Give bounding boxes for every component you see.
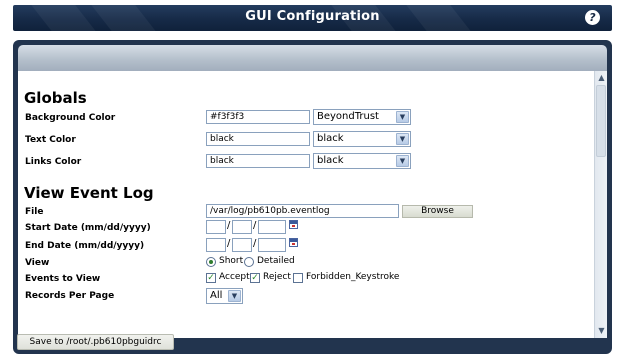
date-separator: / — [253, 220, 257, 231]
view-short-label: Short — [219, 256, 244, 266]
start-date-year-input[interactable] — [258, 220, 286, 234]
view-detailed-radio[interactable] — [244, 257, 254, 267]
date-separator: / — [253, 238, 257, 249]
help-icon[interactable]: ? — [585, 10, 600, 25]
date-separator: / — [227, 238, 231, 249]
links-color-select[interactable]: black ▼ — [313, 153, 411, 169]
records-per-page-select[interactable]: All ▼ — [206, 288, 243, 304]
chevron-down-icon: ▼ — [396, 111, 409, 123]
links-color-input[interactable]: black — [206, 154, 310, 168]
background-color-select-value: BeyondTrust — [317, 111, 379, 122]
calendar-icon[interactable] — [289, 238, 298, 247]
links-color-select-value: black — [317, 155, 344, 166]
file-label: File — [25, 207, 44, 217]
end-date-year-input[interactable] — [258, 238, 286, 252]
vertical-scrollbar[interactable]: ▲ ▼ — [594, 71, 607, 338]
text-color-select[interactable]: black ▼ — [313, 131, 411, 147]
text-color-input[interactable]: black — [206, 132, 310, 146]
event-log-section-title: View Event Log — [24, 184, 154, 202]
file-path-input[interactable]: /var/log/pb610pb.eventlog — [206, 204, 399, 218]
scrollbar-thumb[interactable] — [596, 85, 606, 157]
start-date-label: Start Date (mm/dd/yyyy) — [25, 223, 151, 233]
view-detailed-label: Detailed — [257, 256, 295, 266]
view-short-radio[interactable] — [206, 257, 216, 267]
scroll-down-icon[interactable]: ▼ — [596, 325, 607, 337]
end-date-label: End Date (mm/dd/yyyy) — [25, 241, 145, 251]
links-color-label: Links Color — [25, 157, 82, 167]
start-date-day-input[interactable] — [232, 220, 252, 234]
events-to-view-label: Events to View — [25, 274, 101, 284]
accept-label: Accept — [219, 272, 250, 282]
forbidden-keystroke-label: Forbidden_Keystroke — [306, 272, 400, 282]
page-title: GUI Configuration — [245, 9, 380, 24]
globals-section-title: Globals — [24, 89, 87, 107]
save-button[interactable]: Save to /root/.pb610pbguidrc — [17, 334, 174, 350]
date-separator: / — [227, 220, 231, 231]
view-label: View — [25, 258, 50, 268]
calendar-icon[interactable] — [289, 220, 298, 229]
panel-header — [18, 45, 607, 71]
end-date-month-input[interactable] — [206, 238, 226, 252]
records-per-page-label: Records Per Page — [25, 291, 115, 301]
background-color-label: Background Color — [25, 113, 116, 123]
forbidden-keystroke-checkbox[interactable] — [293, 273, 303, 283]
title-bar: GUI Configuration ? — [13, 5, 612, 31]
records-per-page-value: All — [210, 290, 223, 301]
background-color-select[interactable]: BeyondTrust ▼ — [313, 109, 411, 125]
text-color-select-value: black — [317, 133, 344, 144]
reject-label: Reject — [263, 272, 291, 282]
config-content: Globals Background Color #f3f3f3 BeyondT… — [18, 71, 607, 338]
text-color-label: Text Color — [25, 135, 76, 145]
chevron-down-icon: ▼ — [396, 133, 409, 145]
browse-button[interactable]: Browse — [402, 205, 473, 218]
config-panel: Globals Background Color #f3f3f3 BeyondT… — [13, 40, 612, 354]
accept-checkbox[interactable]: ✓ — [206, 273, 216, 283]
end-date-day-input[interactable] — [232, 238, 252, 252]
reject-checkbox[interactable]: ✓ — [250, 273, 260, 283]
start-date-month-input[interactable] — [206, 220, 226, 234]
background-color-input[interactable]: #f3f3f3 — [206, 110, 310, 124]
chevron-down-icon: ▼ — [396, 155, 409, 167]
scroll-up-icon[interactable]: ▲ — [596, 72, 607, 84]
chevron-down-icon: ▼ — [228, 290, 241, 302]
